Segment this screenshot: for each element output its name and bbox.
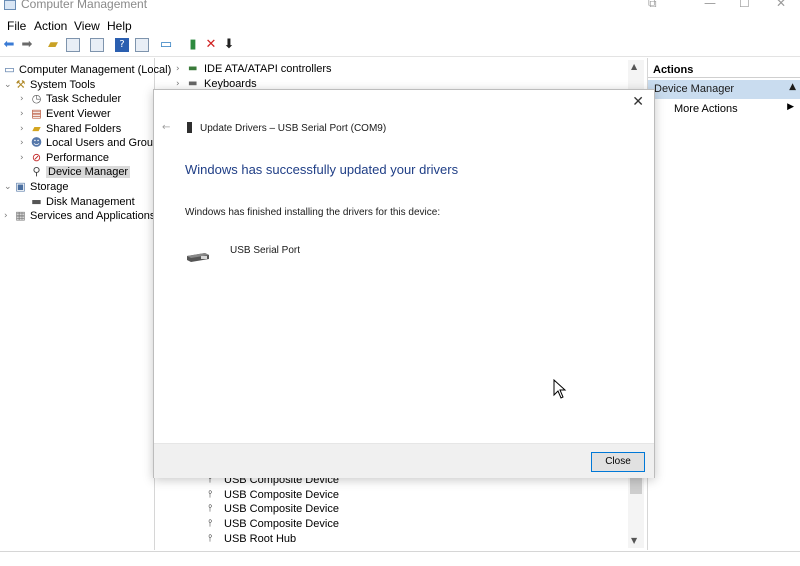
tree-item-event-viewer[interactable]: › ▤ Event Viewer — [20, 106, 111, 121]
update-driver-icon[interactable]: ▮ — [186, 38, 200, 52]
controller-icon: ▬ — [188, 62, 198, 74]
menu-help[interactable]: Help — [107, 19, 132, 33]
disk-icon: ▬ — [31, 195, 42, 208]
chevron-right-icon[interactable]: › — [20, 124, 30, 134]
menu-bar: File Action View Help — [0, 17, 800, 34]
uninstall-device-icon[interactable]: ✕ — [204, 38, 218, 52]
actions-pane: Actions Device Manager ▲ More Actions ▶ — [647, 58, 800, 550]
tree-item-performance[interactable]: › ⊘ Performance — [20, 150, 109, 165]
show-hide-tree-icon[interactable] — [66, 38, 80, 52]
menu-file[interactable]: File — [7, 19, 26, 33]
chevron-right-icon[interactable]: › — [20, 153, 30, 163]
mouse-cursor-icon — [553, 379, 567, 399]
usb-serial-port-icon — [187, 253, 209, 262]
actions-header: Actions — [648, 62, 800, 78]
tree-item-disk-management[interactable]: ▬ Disk Management — [30, 194, 134, 209]
tree-item-task-scheduler[interactable]: › ◷ Task Scheduler — [20, 91, 121, 106]
dialog-message: Windows has finished installing the driv… — [185, 207, 441, 218]
chevron-right-icon[interactable]: › — [20, 109, 30, 119]
usb-icon: ⫯ — [208, 488, 213, 500]
back-arrow-icon[interactable]: ← — [162, 122, 170, 133]
up-folder-icon[interactable]: ▰ — [46, 38, 60, 52]
title-bar: Computer Management ⧉ — ☐ ✕ — [0, 0, 800, 14]
scroll-up-icon[interactable]: ▲ — [631, 62, 637, 71]
tree-item-system-tools[interactable]: ⌄ ⚒ System Tools — [4, 77, 95, 92]
more-actions-item[interactable]: More Actions — [674, 103, 738, 115]
storage-icon: ▣ — [15, 180, 26, 193]
update-drivers-dialog: ✕ ← Update Drivers – USB Serial Port (CO… — [153, 89, 655, 478]
chevron-down-icon[interactable]: ⌄ — [4, 80, 14, 90]
close-button[interactable]: Close — [591, 452, 645, 472]
dialog-title: Update Drivers – USB Serial Port (COM9) — [200, 123, 387, 134]
tree-item-computer-management[interactable]: ▭ Computer Management (Local) — [3, 62, 171, 77]
chevron-right-icon[interactable]: › — [20, 94, 30, 104]
clock-icon: ◷ — [31, 92, 42, 105]
tree-item-local-users-and-groups[interactable]: › ☻ Local Users and Groups — [20, 135, 165, 150]
restore-icon[interactable]: ⧉ — [648, 0, 657, 11]
list-item[interactable]: ⫯ USB Composite Device — [208, 487, 339, 502]
submenu-arrow-icon: ▶ — [787, 102, 794, 112]
dialog-heading: Windows has successfully updated your dr… — [185, 162, 459, 177]
collapse-up-icon[interactable]: ▲ — [789, 82, 796, 92]
event-icon: ▤ — [31, 107, 42, 120]
device-category-ide[interactable]: › ▬ IDE ATA/ATAPI controllers — [176, 61, 332, 76]
menu-view[interactable]: View — [74, 19, 100, 33]
tree-item-shared-folders[interactable]: › ▰ Shared Folders — [20, 121, 121, 136]
chevron-right-icon[interactable]: › — [4, 211, 14, 221]
keyboard-icon: ▬ — [188, 77, 198, 89]
chevron-down-icon[interactable]: ⌄ — [4, 182, 14, 192]
computer-management-icon — [4, 0, 16, 10]
console-tree: ▭ Computer Management (Local) ⌄ ⚒ System… — [0, 58, 171, 550]
tree-item-storage[interactable]: ⌄ ▣ Storage — [4, 179, 69, 194]
actions-section-device-manager[interactable]: Device Manager ▲ — [648, 80, 800, 99]
status-bar — [0, 551, 800, 566]
list-item[interactable]: ⫯ USB Root Hub — [208, 531, 296, 546]
device-name: USB Serial Port — [230, 245, 301, 256]
toolbar: ⬅ ➡ ▰ ? ▭ ▮ ✕ ⬇ — [0, 35, 800, 57]
back-arrow-icon[interactable]: ⬅ — [2, 38, 16, 52]
usb-icon: ⫯ — [208, 517, 213, 529]
chevron-right-icon[interactable]: › — [20, 138, 30, 148]
minimize-button[interactable]: — — [704, 0, 716, 10]
folder-icon: ▰ — [32, 122, 41, 135]
usb-icon: ⫯ — [208, 532, 213, 544]
device-manager-icon: ⚲ — [32, 165, 41, 178]
scrollbar-thumb[interactable] — [630, 478, 642, 494]
window-title: Computer Management — [21, 0, 148, 11]
tree-item-device-manager[interactable]: ⚲ Device Manager — [30, 164, 131, 179]
close-window-button[interactable]: ✕ — [776, 0, 786, 10]
services-icon: ▦ — [15, 209, 26, 222]
computer-icon: ▭ — [4, 63, 15, 76]
list-item[interactable]: ⫯ USB Composite Device — [208, 516, 339, 531]
dialog-close-icon[interactable]: ✕ — [632, 94, 644, 110]
usb-serial-icon — [187, 122, 192, 133]
performance-icon: ⊘ — [31, 151, 42, 164]
dialog-footer: Close — [154, 443, 654, 478]
tools-icon: ⚒ — [15, 78, 26, 91]
disable-device-icon[interactable]: ⬇ — [222, 38, 236, 52]
users-icon: ☻ — [30, 136, 43, 149]
properties-icon[interactable] — [135, 38, 149, 52]
tree-item-services-and-applications[interactable]: › ▦ Services and Applications — [4, 208, 155, 223]
maximize-button[interactable]: ☐ — [739, 0, 750, 10]
chevron-right-icon[interactable]: › — [176, 64, 188, 74]
scroll-down-icon[interactable]: ▼ — [631, 536, 637, 545]
scan-hardware-icon[interactable]: ▭ — [159, 38, 173, 52]
forward-arrow-icon[interactable]: ➡ — [20, 38, 34, 52]
menu-action[interactable]: Action — [34, 19, 67, 33]
chevron-right-icon[interactable]: › — [176, 79, 188, 89]
list-item[interactable]: ⫯ USB Composite Device — [208, 501, 339, 516]
usb-icon: ⫯ — [208, 502, 213, 514]
export-list-icon[interactable] — [90, 38, 104, 52]
help-icon[interactable]: ? — [115, 38, 129, 52]
